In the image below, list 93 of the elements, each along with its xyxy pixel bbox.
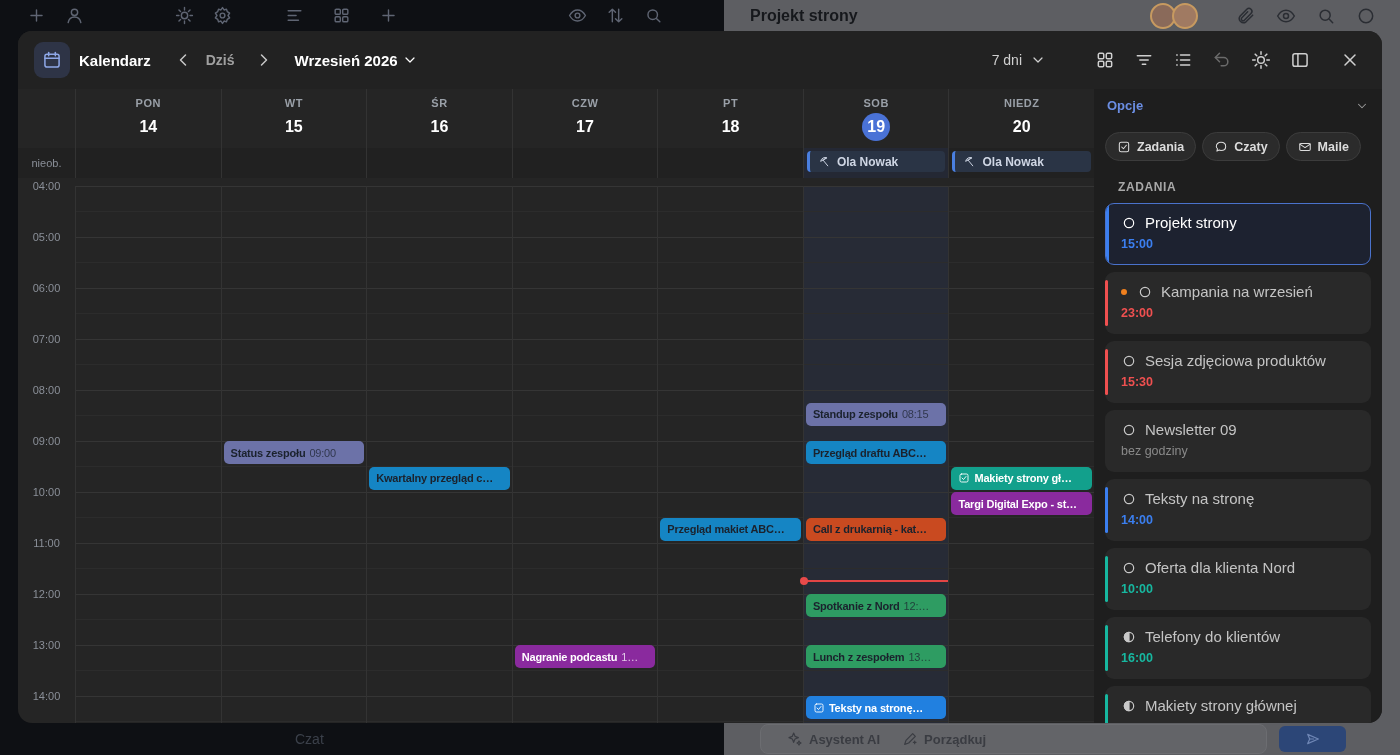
search-icon[interactable] — [644, 6, 663, 25]
task-title: Makiety strony głównej — [1145, 697, 1297, 714]
task-card[interactable]: Teksty na stronę 14:00 — [1105, 479, 1371, 541]
hour-label: 13:00 — [31, 638, 62, 652]
pen-icon — [902, 731, 919, 747]
task-title: Oferta dla klienta Nord — [1145, 559, 1296, 576]
calendar-icon — [42, 50, 62, 70]
event-block[interactable]: Standup zespołu 08:15 — [805, 402, 947, 426]
weekday-label: WT — [284, 97, 303, 109]
today-button[interactable]: Dziś — [205, 52, 235, 68]
add-icon[interactable] — [27, 6, 46, 25]
hour-label: 11:00 — [32, 536, 61, 550]
task-card[interactable]: Sesja zdjęciowa produktów 15:30 — [1105, 341, 1371, 403]
task-time: 15:00 — [1121, 237, 1154, 251]
task-time: 15:30 — [1121, 375, 1154, 389]
avatar[interactable] — [1172, 2, 1198, 29]
hour-label: 12:00 — [31, 587, 62, 601]
date-label[interactable]: 16 — [425, 113, 454, 141]
checkbox-icon — [1117, 139, 1131, 154]
range-picker[interactable]: 7 dni — [991, 52, 1046, 68]
month-picker[interactable]: Wrzesień 2026 — [294, 51, 418, 69]
hour-label: 14:00 — [31, 689, 62, 703]
hour-label: 05:00 — [31, 230, 62, 244]
date-label[interactable]: 17 — [571, 113, 599, 141]
task-title: Newsletter 09 — [1145, 421, 1237, 438]
weekday-label: SOB — [863, 97, 889, 109]
task-time: 23:00 — [1121, 306, 1154, 320]
task-time: 14:00 — [1121, 513, 1154, 527]
chat-bubble-icon — [1214, 139, 1229, 154]
absence-chip[interactable]: Ola Nowak — [806, 151, 946, 172]
weekday-label: NIEDZ — [1004, 97, 1040, 109]
task-block[interactable]: Teksty na stronę… — [805, 696, 947, 719]
checkbox-icon — [958, 472, 971, 484]
sidebar-icon[interactable] — [1290, 50, 1310, 70]
task-card[interactable]: Telefony do klientów 16:00 — [1105, 617, 1371, 679]
today-date[interactable]: 19 — [862, 113, 891, 141]
task-card[interactable]: Oferta dla klienta Nord 10:00 — [1105, 548, 1371, 610]
hour-label: 04:00 — [31, 179, 62, 193]
checkbox-icon — [812, 701, 825, 714]
event-block[interactable]: Status zespołu 09:00 — [223, 441, 365, 464]
filter-chip[interactable]: Maile — [1285, 132, 1361, 161]
task-title: Teksty na stronę — [1145, 490, 1255, 507]
person-icon[interactable] — [65, 6, 84, 25]
task-card[interactable]: Newsletter 09 bez godziny — [1105, 410, 1371, 472]
event-block[interactable]: Spotkanie z Nord 12:… — [805, 594, 947, 617]
task-time: bez godziny — [1121, 444, 1189, 458]
date-label[interactable]: 20 — [1007, 113, 1036, 141]
grid-icon[interactable] — [1095, 50, 1115, 70]
section-heading: ZADANIA — [1117, 180, 1178, 194]
task-time: 10:00 — [1121, 582, 1154, 596]
event-block[interactable]: Nagranie podcastu 1… — [514, 645, 656, 668]
event-block[interactable]: Kwartalny przegląd c… — [369, 466, 510, 490]
event-block[interactable]: Przegląd draftu ABC… — [805, 441, 947, 464]
options-label[interactable]: Opcje — [1107, 98, 1144, 113]
add-icon[interactable] — [379, 6, 398, 25]
date-label[interactable]: 15 — [279, 113, 308, 141]
task-card[interactable]: Makiety strony głównej — [1105, 686, 1371, 723]
sparkle-icon — [787, 731, 803, 747]
filter-chip[interactable]: Czaty — [1202, 132, 1280, 161]
task-card[interactable]: Projekt strony 15:00 — [1105, 203, 1371, 265]
weekday-label: ŚR — [431, 97, 448, 109]
weekday-label: PT — [723, 97, 739, 109]
eye-icon[interactable] — [568, 6, 587, 25]
task-title: Projekt strony — [1145, 214, 1237, 231]
weekday-label: CZW — [571, 97, 599, 109]
sort-icon[interactable] — [606, 6, 625, 25]
date-label[interactable]: 18 — [716, 113, 745, 141]
task-title: Telefony do klientów — [1145, 628, 1281, 645]
calendar-title: Kalendarz — [79, 51, 151, 69]
filter-chip[interactable]: Zadania — [1105, 132, 1197, 161]
hour-label: 08:00 — [31, 383, 62, 397]
undo-icon[interactable] — [1212, 50, 1232, 70]
task-time: 16:00 — [1121, 651, 1154, 665]
date-label[interactable]: 14 — [134, 113, 163, 141]
calendar-button[interactable] — [34, 42, 70, 78]
hour-label: 06:00 — [31, 281, 62, 295]
event-block[interactable]: Przegląd makiet ABC… — [660, 517, 801, 541]
event-block[interactable]: Lunch z zespołem 13… — [805, 645, 947, 668]
absence-chip[interactable]: Ola Nowak — [952, 151, 1092, 172]
hour-label: 10:00 — [31, 485, 62, 499]
task-title: Sesja zdjęciowa produktów — [1145, 352, 1326, 369]
send-icon — [1304, 731, 1321, 747]
event-block[interactable]: Targi Digital Expo - st… — [951, 492, 1093, 515]
hour-label: 09:00 — [31, 434, 62, 448]
weekday-label: PON — [135, 97, 161, 109]
all-day-label: nieob. — [31, 157, 62, 169]
task-card[interactable]: Kampania na wrzesień 23:00 — [1105, 272, 1371, 334]
task-title: Kampania na wrzesień — [1161, 283, 1313, 300]
settings-icon[interactable] — [213, 6, 232, 25]
page-title: Projekt strony — [750, 6, 859, 25]
avatar[interactable] — [1150, 2, 1176, 29]
hour-label: 07:00 — [31, 332, 62, 346]
paperclip-icon[interactable] — [1236, 5, 1256, 26]
